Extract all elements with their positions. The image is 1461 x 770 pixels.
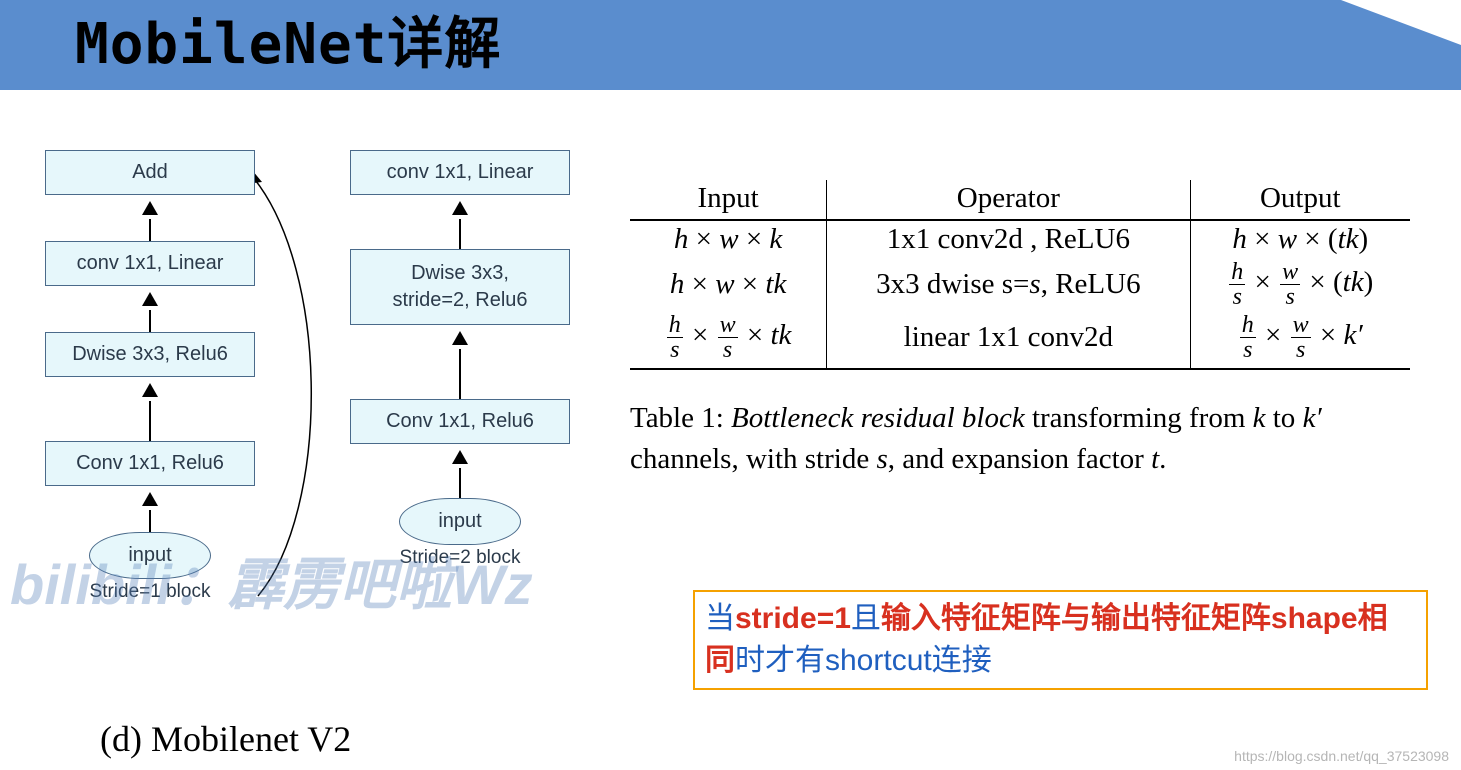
cell-input: h × w × tk — [630, 258, 827, 311]
table-header-row: Input Operator Output — [630, 180, 1410, 220]
table-row: h × w × tk 3x3 dwise s=s, ReLU6 hs × ws … — [630, 258, 1410, 311]
note-segment: 时才有shortcut连接 — [735, 644, 992, 677]
flow-stride2: conv 1x1, Linear Dwise 3x3, stride=2, Re… — [340, 150, 580, 569]
block-line2: stride=2, Relu6 — [392, 289, 527, 311]
note-segment: 当 — [705, 602, 735, 635]
cell-output: hs × ws × k′ — [1190, 311, 1410, 369]
th-input: Input — [630, 180, 827, 220]
note-segment: 且 — [851, 602, 881, 635]
input-ellipse: input — [399, 498, 521, 545]
block-conv1x1-linear: conv 1x1, Linear — [350, 150, 570, 195]
table-caption: Table 1: Bottleneck residual block trans… — [630, 398, 1390, 479]
arrow-up-icon — [340, 450, 580, 498]
cell-operator: 1x1 conv2d , ReLU6 — [827, 220, 1190, 258]
block-add: Add — [45, 150, 255, 195]
diagram-footer-caption: (d) Mobilenet V2 — [100, 718, 351, 760]
cell-operator: 3x3 dwise s=s, ReLU6 — [827, 258, 1190, 311]
cell-output: hs × ws × (tk) — [1190, 258, 1410, 311]
cell-input: h × w × k — [630, 220, 827, 258]
cell-operator: linear 1x1 conv2d — [827, 311, 1190, 369]
diagram-area: Add conv 1x1, Linear Dwise 3x3, Relu6 Co… — [30, 150, 610, 710]
th-operator: Operator — [827, 180, 1190, 220]
block-conv1x1-relu6: Conv 1x1, Relu6 — [45, 441, 255, 486]
block-line1: Dwise 3x3, — [411, 262, 509, 284]
input-ellipse: input — [89, 532, 211, 579]
cell-input: hs × ws × tk — [630, 311, 827, 369]
table-row: h × w × k 1x1 conv2d , ReLU6 h × w × (tk… — [630, 220, 1410, 258]
block-dwise3x3-stride2: Dwise 3x3, stride=2, Relu6 — [350, 249, 570, 325]
title-bar: MobileNet详解 — [0, 0, 1461, 90]
table-area: Input Operator Output h × w × k 1x1 conv… — [630, 180, 1430, 479]
block-dwise3x3: Dwise 3x3, Relu6 — [45, 332, 255, 377]
flow-caption-stride1: Stride=1 block — [30, 581, 270, 603]
table-row: hs × ws × tk linear 1x1 conv2d hs × ws ×… — [630, 311, 1410, 369]
bottleneck-table: Input Operator Output h × w × k 1x1 conv… — [630, 180, 1410, 370]
block-conv1x1-relu6: Conv 1x1, Relu6 — [350, 399, 570, 444]
arrow-up-icon — [30, 292, 270, 332]
flow-stride1: Add conv 1x1, Linear Dwise 3x3, Relu6 Co… — [30, 150, 270, 603]
arrow-up-icon — [30, 492, 270, 532]
arrow-up-icon — [30, 383, 270, 441]
th-output: Output — [1190, 180, 1410, 220]
page-title: MobileNet详解 — [0, 0, 1461, 90]
title-notch-decoration — [1341, 0, 1461, 45]
cell-output: h × w × (tk) — [1190, 220, 1410, 258]
block-conv1x1-linear: conv 1x1, Linear — [45, 241, 255, 286]
flow-caption-stride2: Stride=2 block — [340, 547, 580, 569]
note-box: 当stride=1且输入特征矩阵与输出特征矩阵shape相同时才有shortcu… — [693, 590, 1428, 690]
arrow-up-icon — [340, 201, 580, 249]
arrow-up-icon — [340, 331, 580, 399]
arrow-up-icon — [30, 201, 270, 241]
url-watermark: https://blog.csdn.net/qq_37523098 — [1234, 748, 1449, 764]
note-segment: stride=1 — [735, 602, 851, 635]
